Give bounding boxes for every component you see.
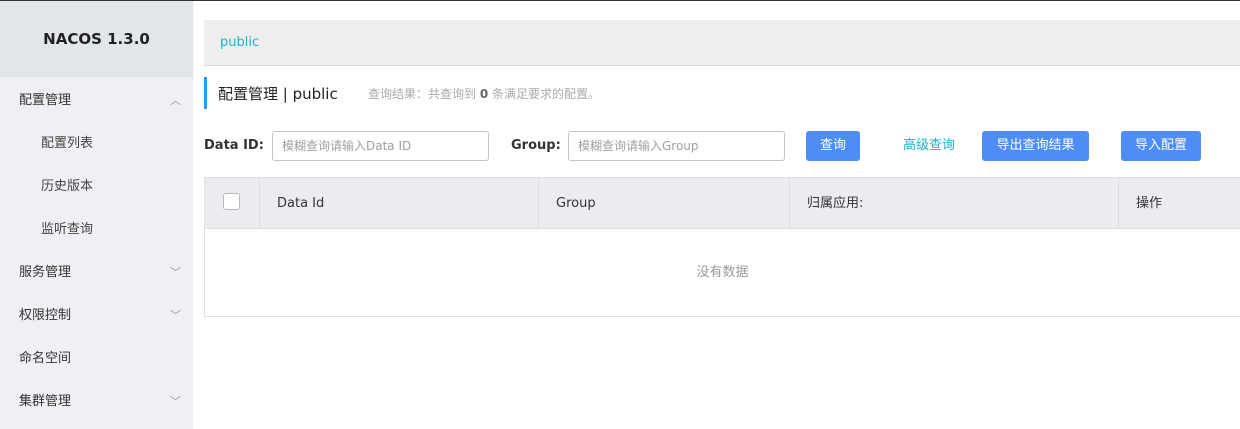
- sidebar-item-cluster-management[interactable]: 集群管理 ﹀: [0, 380, 193, 423]
- import-config-button[interactable]: 导入配置: [1121, 131, 1201, 161]
- chevron-down-icon: ﹀: [170, 309, 181, 322]
- sidebar-item-service-management[interactable]: 服务管理 ﹀: [0, 251, 193, 294]
- query-button[interactable]: 查询: [806, 131, 860, 161]
- result-prefix: 查询结果：共查询到: [368, 87, 480, 101]
- search-bar: Data ID: Group: 查询 高级查询 导出查询结果 导入配置: [204, 131, 1240, 161]
- sidebar: NACOS 1.3.0 配置管理 ︿ 配置列表 历史版本 监听查询 服务管理 ﹀…: [0, 1, 193, 429]
- sidebar-item-label: 历史版本: [41, 179, 94, 194]
- column-header-data-id[interactable]: Data Id: [260, 178, 539, 229]
- column-header-group[interactable]: Group: [539, 178, 790, 229]
- advanced-query-link[interactable]: 高级查询: [903, 131, 955, 161]
- page-header: 配置管理 | public 查询结果：共查询到 0 条满足要求的配置。: [204, 77, 1240, 109]
- group-input[interactable]: [568, 131, 785, 161]
- sidebar-item-namespace[interactable]: 命名空间: [0, 337, 193, 380]
- main-content: public 配置管理 | public 查询结果：共查询到 0 条满足要求的配…: [193, 1, 1240, 429]
- result-suffix: 条满足要求的配置。: [488, 87, 601, 101]
- sidebar-item-listener-query[interactable]: 监听查询: [0, 208, 193, 251]
- app-brand[interactable]: NACOS 1.3.0: [0, 1, 193, 77]
- chevron-down-icon: ﹀: [170, 395, 181, 408]
- page-title: 配置管理 | public: [218, 85, 338, 103]
- data-id-label: Data ID:: [204, 138, 264, 153]
- result-count: 0: [479, 87, 489, 101]
- sidebar-item-label: 配置列表: [41, 136, 94, 151]
- namespace-link-public[interactable]: public: [220, 20, 259, 66]
- sidebar-item-access-control[interactable]: 权限控制 ﹀: [0, 294, 193, 337]
- column-header-app[interactable]: 归属应用:: [790, 178, 1119, 229]
- sidebar-item-config-management[interactable]: 配置管理 ︿: [0, 79, 193, 122]
- export-results-button[interactable]: 导出查询结果: [982, 131, 1089, 161]
- sidebar-item-label: 监听查询: [41, 222, 94, 237]
- select-all-cell: [205, 178, 260, 229]
- sidebar-item-label: 配置管理: [19, 93, 72, 108]
- column-header-actions: 操作: [1136, 196, 1163, 211]
- chevron-down-icon: ﹀: [170, 266, 181, 279]
- sidebar-item-label: 权限控制: [19, 308, 72, 323]
- chevron-up-icon: ︿: [170, 94, 181, 107]
- sidebar-item-label: 服务管理: [19, 265, 72, 280]
- data-id-input[interactable]: [272, 131, 489, 161]
- select-all-checkbox[interactable]: [223, 193, 240, 210]
- title-accent-bar: [204, 77, 207, 109]
- sidebar-item-config-list[interactable]: 配置列表: [0, 122, 193, 165]
- table-header: Data Id Group 归属应用: 操作: [205, 178, 1240, 229]
- config-table: Data Id Group 归属应用: 操作 没有数据: [204, 177, 1240, 317]
- sidebar-item-history[interactable]: 历史版本: [0, 165, 193, 208]
- sidebar-item-label: 集群管理: [19, 394, 72, 409]
- empty-state: 没有数据: [696, 265, 749, 280]
- group-label: Group:: [511, 138, 561, 153]
- namespace-bar: public: [204, 20, 1240, 66]
- result-summary: 查询结果：共查询到 0 条满足要求的配置。: [368, 77, 600, 111]
- sidebar-item-label: 命名空间: [19, 351, 72, 366]
